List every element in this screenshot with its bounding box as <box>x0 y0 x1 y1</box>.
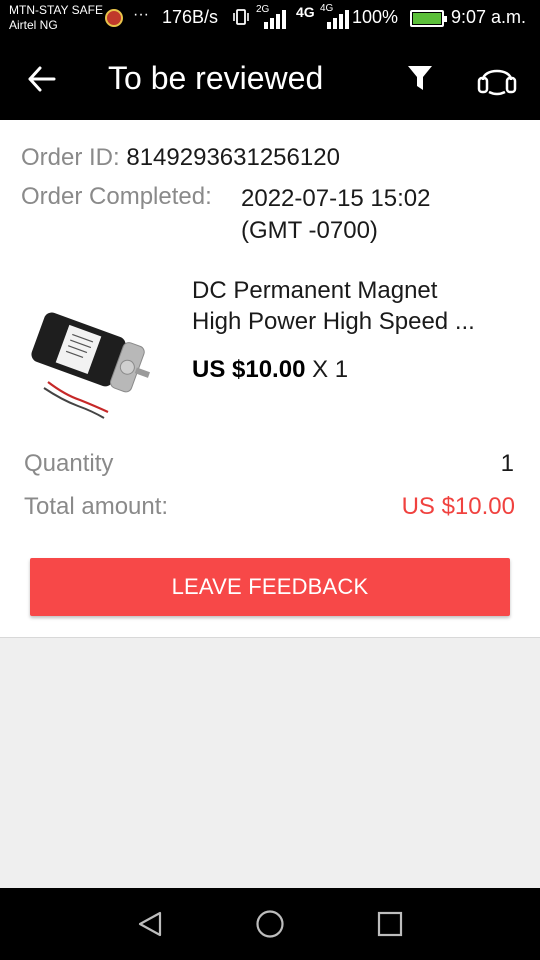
order-completed-value: 2022-07-15 15:02 (GMT -0700) <box>241 183 501 247</box>
order-completed-date: 2022-07-15 15:02 <box>241 185 431 212</box>
page-title: To be reviewed <box>108 60 324 96</box>
more-notifications-icon: ··· <box>133 6 149 23</box>
headset-icon[interactable] <box>475 60 519 96</box>
order-id-value: 8149293631256120 <box>126 144 340 171</box>
nav-recent-icon[interactable] <box>377 911 403 937</box>
total-amount-value: US $10.00 <box>401 493 515 520</box>
product-image[interactable] <box>20 290 150 420</box>
nav-back-icon[interactable] <box>137 910 163 938</box>
system-nav-bar <box>0 888 540 960</box>
notification-app-icon <box>105 9 123 27</box>
order-id-row: Order ID: 8149293631256120 <box>21 144 340 172</box>
order-completed-label: Order Completed: <box>21 183 212 210</box>
carrier-1: MTN-STAY SAFE <box>9 3 104 17</box>
network-type-2: 4G <box>296 4 315 20</box>
order-card: Order ID: 8149293631256120 Order Complet… <box>0 120 540 638</box>
signal-icon <box>264 10 286 29</box>
signal-icon <box>327 10 349 29</box>
filter-icon[interactable] <box>406 63 434 93</box>
vibrate-icon <box>233 9 249 25</box>
product-name-line-1: DC Permanent Magnet <box>192 277 438 304</box>
order-id-label: Order ID: <box>21 144 127 171</box>
product-price: US $10.00 <box>192 356 306 383</box>
status-bar: MTN-STAY SAFE Airtel NG ··· 176B/s 2G 4G… <box>0 0 540 38</box>
quantity-value: 1 <box>500 450 514 477</box>
battery-percentage: 100% <box>352 7 399 27</box>
back-arrow-icon[interactable] <box>26 63 58 95</box>
carrier-2: Airtel NG <box>9 18 58 32</box>
product-name[interactable]: DC Permanent Magnet High Power High Spee… <box>192 275 512 337</box>
product-name-line-2: High Power High Speed ... <box>192 308 475 335</box>
app-bar: To be reviewed <box>0 38 540 120</box>
leave-feedback-button[interactable]: LEAVE FEEDBACK <box>30 558 510 616</box>
product-quantity-multiplier: X 1 <box>305 356 349 383</box>
total-amount-label: Total amount: <box>24 493 169 520</box>
clock: 9:07 a.m. <box>451 7 527 27</box>
nav-home-icon[interactable] <box>255 909 285 939</box>
order-completed-timezone: (GMT -0700) <box>241 217 378 244</box>
battery-icon <box>410 10 447 27</box>
network-speed: 176B/s <box>162 7 219 27</box>
carrier-info: MTN-STAY SAFE Airtel NG <box>9 3 103 33</box>
quantity-label: Quantity <box>24 450 114 477</box>
product-price-row: US $10.00 X 1 <box>192 356 348 384</box>
